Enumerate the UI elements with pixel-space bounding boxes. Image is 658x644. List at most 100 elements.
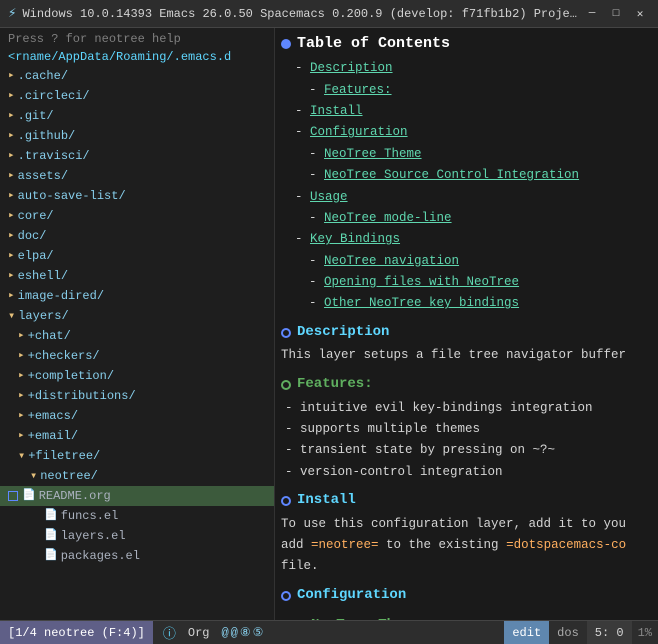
tree-item-completion[interactable]: ▸ +completion/: [0, 366, 274, 386]
tree-item-git[interactable]: ▸ .git/: [0, 106, 274, 126]
feature-item-1: - intuitive evil key-bindings integratio…: [281, 399, 652, 418]
feature-item-2: - supports multiple themes: [281, 420, 652, 439]
sidebar[interactable]: Press ? for neotree help <rname/AppData/…: [0, 28, 275, 620]
tree-item-neotree[interactable]: ▾ neotree/: [0, 466, 274, 486]
folder-open-icon: ▾: [18, 447, 25, 465]
tree-item-funcs[interactable]: 📄 funcs.el: [0, 506, 274, 526]
file-icon: 📄: [22, 488, 36, 505]
folder-closed-icon: ▸: [8, 228, 15, 245]
circle-dot-icon: [281, 591, 291, 601]
toc-list: - Description - Features: - Install - Co…: [281, 59, 652, 314]
folder-closed-icon: ▸: [8, 188, 15, 205]
folder-closed-icon: ▸: [8, 208, 15, 225]
folder-closed-icon: ▸: [18, 388, 25, 405]
unicode-icons: @@⑧⑤: [221, 625, 265, 640]
info-icon: ⓘ: [163, 623, 176, 642]
blue-dot-icon: [281, 39, 291, 49]
status-middle: ⓘ Org @@⑧⑤: [153, 623, 505, 642]
toc-item-modeline[interactable]: - NeoTree mode-line: [281, 209, 652, 228]
toc-item-source-control[interactable]: - NeoTree Source Control Integration: [281, 166, 652, 185]
folder-closed-icon: ▸: [8, 108, 15, 125]
toc-item-keybindings[interactable]: - Key Bindings: [281, 230, 652, 249]
tree-item-travisci[interactable]: ▸ .travisci/: [0, 146, 274, 166]
toc-item-configuration[interactable]: - Configuration: [281, 123, 652, 142]
description-text: This layer setups a file tree navigator …: [281, 346, 652, 365]
status-bar: [1/4 neotree (F:4)] ⓘ Org @@⑧⑤ edit dos …: [0, 620, 658, 644]
window-controls: ─ □ ✕: [582, 4, 650, 24]
status-line-ending: dos: [549, 626, 587, 640]
folder-closed-icon: ▸: [8, 268, 15, 285]
tree-item-packages[interactable]: 📄 packages.el: [0, 546, 274, 566]
tree-item-layers[interactable]: ▾ layers/: [0, 306, 274, 326]
file-icon: 📄: [44, 508, 58, 525]
toc-title: Table of Contents: [281, 32, 652, 55]
toc-item-other-bindings[interactable]: - Other NeoTree key bindings: [281, 294, 652, 313]
org-label: Org: [188, 626, 210, 640]
tree-item-cache[interactable]: ▸ .cache/: [0, 66, 274, 86]
status-percent: 1%: [632, 626, 658, 640]
title-bar: ⚡ Windows 10.0.14393 Emacs 26.0.50 Space…: [0, 0, 658, 28]
maximize-button[interactable]: □: [606, 4, 626, 24]
install-text-1: To use this configuration layer, add it …: [281, 515, 652, 534]
toc-item-neotree-theme[interactable]: - NeoTree Theme: [281, 145, 652, 164]
toc-item-opening-files[interactable]: - Opening files with NeoTree: [281, 273, 652, 292]
tree-item-chat[interactable]: ▸ +chat/: [0, 326, 274, 346]
file-icon: 📄: [44, 528, 58, 545]
section-install: Install: [281, 490, 652, 512]
close-button[interactable]: ✕: [630, 4, 650, 24]
section-description: Description: [281, 322, 652, 344]
window-title: Windows 10.0.14393 Emacs 26.0.50 Spacema…: [22, 7, 582, 21]
folder-closed-icon: ▸: [8, 288, 15, 305]
circle-dot-icon: [281, 328, 291, 338]
folder-open-icon: ▾: [30, 467, 37, 485]
green-circle-icon: [281, 380, 291, 390]
status-position: [1/4 neotree (F:4)]: [0, 621, 153, 644]
circle-dot-icon: [281, 496, 291, 506]
folder-closed-icon: ▸: [18, 328, 25, 345]
section-neotree-theme: NeoTree Theme: [295, 615, 652, 621]
tree-item-circleci[interactable]: ▸ .circleci/: [0, 86, 274, 106]
status-mode: edit: [504, 621, 549, 644]
tree-item-core[interactable]: ▸ core/: [0, 206, 274, 226]
toc-item-install[interactable]: - Install: [281, 102, 652, 121]
toc-item-features[interactable]: - Features:: [281, 81, 652, 100]
tree-item-layers-el[interactable]: 📄 layers.el: [0, 526, 274, 546]
status-line-col: 5: 0: [587, 621, 632, 644]
tree-item-autosave[interactable]: ▸ auto-save-list/: [0, 186, 274, 206]
toc-item-usage[interactable]: - Usage: [281, 188, 652, 207]
tree-item-eshell[interactable]: ▸ eshell/: [0, 266, 274, 286]
folder-closed-icon: ▸: [8, 68, 15, 85]
tree-item-imagedired[interactable]: ▸ image-dired/: [0, 286, 274, 306]
sidebar-help-text: Press ? for neotree help: [0, 30, 274, 48]
sidebar-path: <rname/AppData/Roaming/.emacs.d: [0, 48, 274, 66]
tree-item-distributions[interactable]: ▸ +distributions/: [0, 386, 274, 406]
tree-item-assets[interactable]: ▸ assets/: [0, 166, 274, 186]
tree-item-github[interactable]: ▸ .github/: [0, 126, 274, 146]
tree-item-filetree[interactable]: ▾ +filetree/: [0, 446, 274, 466]
tree-item-elpa[interactable]: ▸ elpa/: [0, 246, 274, 266]
tree-item-checkers[interactable]: ▸ +checkers/: [0, 346, 274, 366]
folder-closed-icon: ▸: [8, 168, 15, 185]
content-area[interactable]: Table of Contents - Description - Featur…: [275, 28, 658, 620]
folder-open-icon: ▾: [8, 307, 15, 325]
install-text-3: file.: [281, 557, 652, 576]
toc-item-description[interactable]: - Description: [281, 59, 652, 78]
folder-closed-icon: ▸: [18, 368, 25, 385]
tree-item-emacs[interactable]: ▸ +emacs/: [0, 406, 274, 426]
folder-closed-icon: ▸: [8, 88, 15, 105]
tree-item-doc[interactable]: ▸ doc/: [0, 226, 274, 246]
folder-closed-icon: ▸: [8, 148, 15, 165]
tree-item-email[interactable]: ▸ +email/: [0, 426, 274, 446]
install-text-2: add =neotree= to the existing =dotspacem…: [281, 536, 652, 555]
minimize-button[interactable]: ─: [582, 4, 602, 24]
main-area: Press ? for neotree help <rname/AppData/…: [0, 28, 658, 620]
section-configuration: Configuration: [281, 585, 652, 607]
feature-item-3: - transient state by pressing on ~?~: [281, 441, 652, 460]
section-features: Features:: [281, 374, 652, 396]
folder-closed-icon: ▸: [8, 248, 15, 265]
file-icon: 📄: [44, 548, 58, 565]
toc-item-navigation[interactable]: - NeoTree navigation: [281, 252, 652, 271]
folder-closed-icon: ▸: [18, 428, 25, 445]
folder-closed-icon: ▸: [18, 408, 25, 425]
tree-item-readme[interactable]: 📄 README.org: [0, 486, 274, 506]
